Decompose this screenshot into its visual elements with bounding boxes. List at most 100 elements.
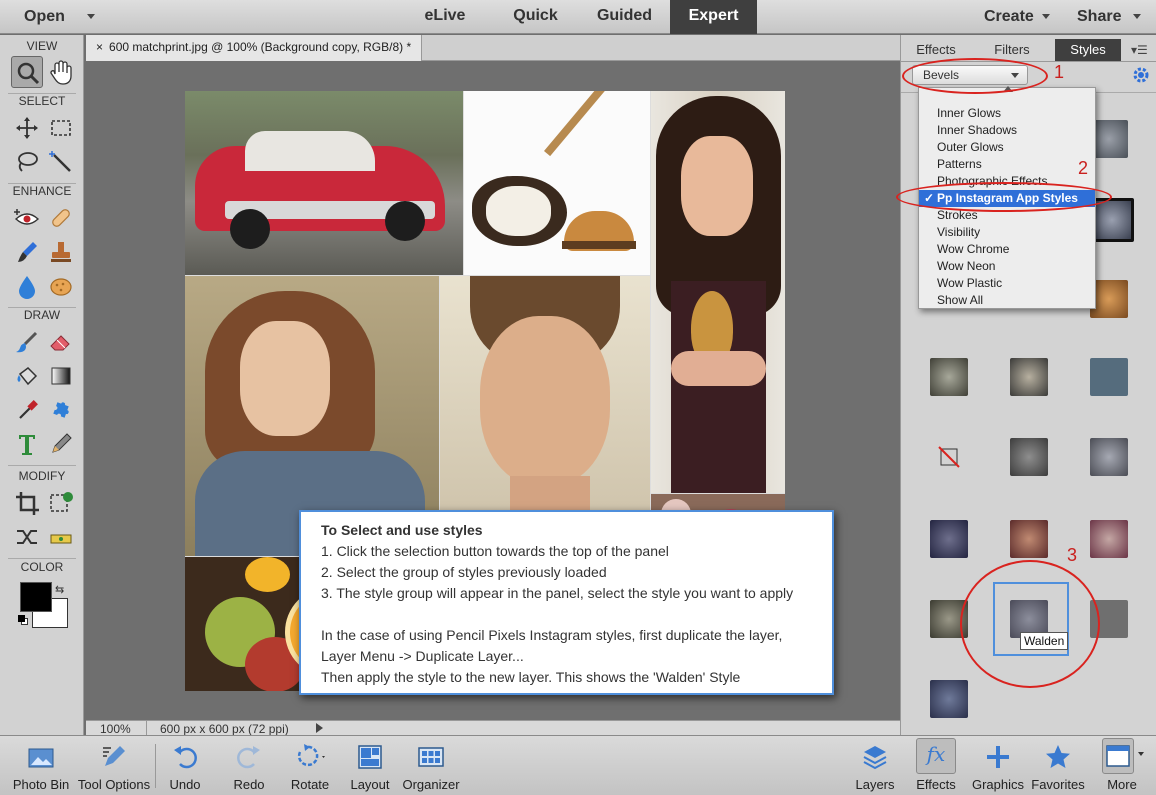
default-colors-icon[interactable]: [18, 615, 28, 625]
open-button[interactable]: Open: [24, 0, 95, 34]
type-tool[interactable]: [11, 428, 43, 460]
style-swatch[interactable]: [1090, 358, 1128, 396]
layers-button[interactable]: Layers: [848, 736, 902, 795]
photo-bin-button[interactable]: Photo Bin: [8, 736, 74, 795]
document-tab[interactable]: × 600 matchprint.jpg @ 100% (Background c…: [86, 35, 423, 61]
menu-item-visibility[interactable]: Visibility: [919, 224, 1095, 241]
favorites-button[interactable]: Favorites: [1026, 736, 1090, 795]
menu-item-wow-neon[interactable]: Wow Neon: [919, 258, 1095, 275]
graphics-button[interactable]: Graphics: [966, 736, 1030, 795]
swap-colors-icon[interactable]: ⇆: [55, 583, 64, 596]
panel-menu-icon[interactable]: ▾☰: [1131, 43, 1148, 57]
menu-item-wow-plastic[interactable]: Wow Plastic: [919, 275, 1095, 292]
style-swatch[interactable]: [1090, 520, 1128, 558]
blur-tool[interactable]: [11, 270, 43, 302]
clone-stamp-tool[interactable]: [45, 236, 77, 268]
undo-button[interactable]: Undo: [160, 736, 210, 795]
style-swatch[interactable]: [1010, 358, 1048, 396]
gradient-tool[interactable]: [45, 360, 77, 392]
menu-item-outer-glows[interactable]: Outer Glows: [919, 139, 1095, 156]
menu-item-patterns[interactable]: Patterns: [919, 156, 1095, 173]
red-eye-tool[interactable]: [11, 202, 43, 234]
tab-quick[interactable]: Quick: [498, 0, 573, 34]
style-swatch[interactable]: [930, 520, 968, 558]
style-swatch[interactable]: [1090, 438, 1128, 476]
content-aware-move-tool[interactable]: [11, 521, 43, 553]
recompose-tool[interactable]: [45, 487, 77, 519]
tab-elive[interactable]: eLive: [410, 0, 480, 34]
tab-expert[interactable]: Expert: [670, 0, 757, 34]
marquee-tool[interactable]: [45, 112, 77, 144]
callout-line: [321, 604, 812, 625]
tab-guided[interactable]: Guided: [588, 0, 661, 34]
water-drop-icon: [19, 276, 35, 299]
crop-tool[interactable]: [11, 487, 43, 519]
undo-icon: [174, 746, 197, 769]
move-icon: [16, 117, 38, 139]
section-draw: DRAW: [23, 308, 61, 322]
healing-brush-tool[interactable]: [45, 202, 77, 234]
more-button[interactable]: More: [1094, 736, 1150, 795]
shuffle-icon: [17, 530, 37, 544]
move-tool[interactable]: [11, 112, 43, 144]
annotation-circle-2: [896, 182, 1112, 212]
tab-styles[interactable]: Styles: [1055, 39, 1121, 61]
share-button[interactable]: Share: [1077, 0, 1142, 34]
close-icon[interactable]: ×: [96, 40, 103, 54]
layout-icon: [358, 745, 382, 769]
style-swatch[interactable]: [930, 680, 968, 718]
rectangle-marquee-icon: [51, 120, 71, 136]
lasso-tool[interactable]: [11, 146, 43, 178]
callout-line: 1. Click the selection button towards th…: [321, 543, 669, 559]
document-title: 600 matchprint.jpg @ 100% (Background co…: [109, 40, 412, 54]
style-swatch[interactable]: [1010, 438, 1048, 476]
menu-item-wow-chrome[interactable]: Wow Chrome: [919, 241, 1095, 258]
zoom-readout[interactable]: 100%: [100, 722, 131, 736]
brush-tool[interactable]: [11, 326, 43, 358]
sponge-tool[interactable]: [45, 270, 77, 302]
zoom-tool[interactable]: [11, 56, 43, 88]
smart-brush-tool[interactable]: [11, 236, 43, 268]
stamp-icon: [51, 242, 71, 262]
organizer-button[interactable]: Organizer: [400, 736, 462, 795]
layout-button[interactable]: Layout: [344, 736, 396, 795]
rotate-button[interactable]: Rotate: [284, 736, 336, 795]
style-swatch[interactable]: [930, 358, 968, 396]
menu-item-inner-shadows[interactable]: Inner Shadows: [919, 122, 1095, 139]
straighten-tool[interactable]: [45, 521, 77, 553]
paint-bucket-tool[interactable]: [11, 360, 43, 392]
style-swatch[interactable]: [1010, 520, 1048, 558]
eyedropper-tool[interactable]: [11, 394, 43, 426]
custom-shape-tool[interactable]: [45, 394, 77, 426]
chevron-down-icon: [1138, 752, 1144, 756]
text-icon: [19, 435, 35, 455]
create-label: Create: [984, 8, 1034, 25]
star-icon: [1046, 745, 1070, 768]
foreground-color-swatch[interactable]: [20, 582, 52, 612]
play-arrow-icon[interactable]: [316, 723, 323, 733]
no-style-icon[interactable]: [930, 438, 968, 476]
document-size-info: 600 px x 600 px (72 ppi): [160, 722, 289, 736]
eraser-tool[interactable]: [45, 326, 77, 358]
hand-icon: [50, 60, 72, 85]
pencil-tool[interactable]: [45, 428, 77, 460]
effects-button[interactable]: fx Effects: [908, 736, 964, 795]
pencil-icon: [52, 433, 72, 453]
menu-item-show-all[interactable]: Show All: [919, 292, 1095, 309]
tool-options-button[interactable]: Tool Options: [76, 736, 152, 795]
redo-button[interactable]: Redo: [224, 736, 274, 795]
layers-icon: [863, 746, 887, 770]
annotation-number-1: 1: [1054, 62, 1065, 82]
gear-icon[interactable]: [1131, 65, 1151, 85]
sponge-icon: [50, 278, 72, 296]
menu-item-inner-glows[interactable]: Inner Glows: [919, 105, 1095, 122]
chevron-down-icon: [1041, 14, 1050, 20]
graphics-label: Graphics: [971, 777, 1025, 792]
rotate-icon: [297, 744, 325, 767]
divider: [8, 465, 76, 466]
magic-wand-tool[interactable]: [45, 146, 77, 178]
layers-label: Layers: [855, 777, 895, 792]
hand-tool[interactable]: [45, 56, 77, 88]
create-button[interactable]: Create: [984, 0, 1050, 34]
annotation-number-3: 3: [1067, 545, 1078, 565]
